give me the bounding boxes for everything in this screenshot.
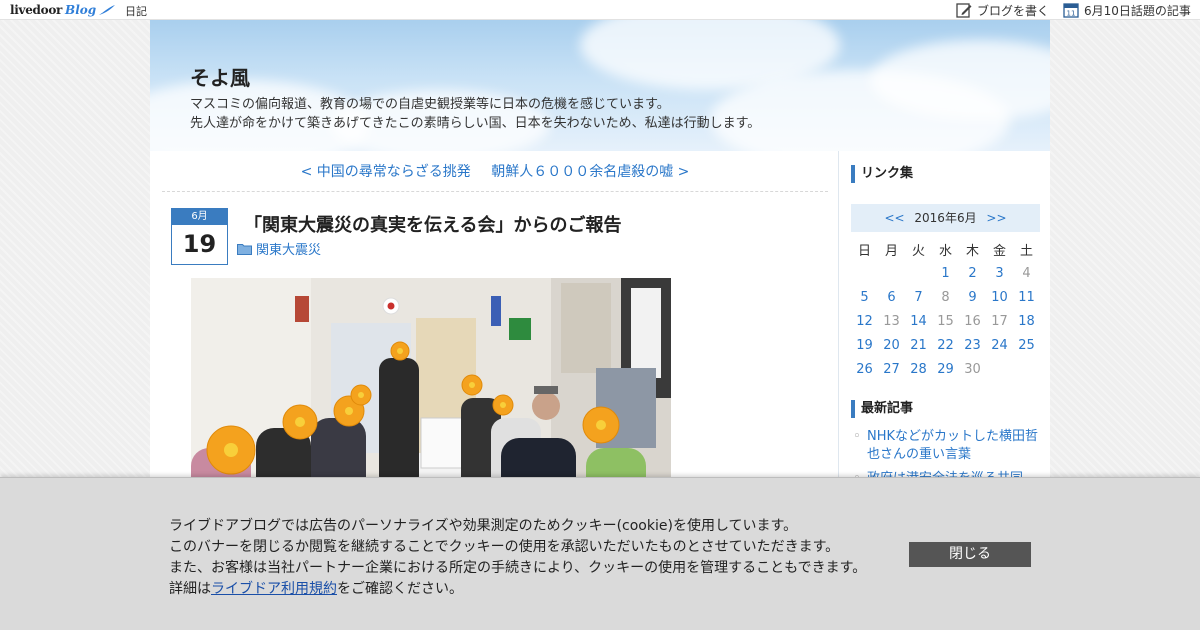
blog-description-line1: マスコミの偏向報道、教育の場での自虐史観授業等に日本の危機を感じています。 <box>190 97 670 112</box>
nav-diary-link[interactable]: 日記 <box>125 3 147 19</box>
cookie-text-line2: このバナーを閉じるか閲覧を継続することでクッキーの使用を承認いただいたものとさせ… <box>169 539 840 555</box>
calendar-day-link[interactable]: 3 <box>986 261 1013 285</box>
prev-article-link[interactable]: < 中国の尋常ならざる挑発 <box>301 164 471 180</box>
recent-article-link[interactable]: NHKなどがカットした横田哲也さんの重い言葉 <box>851 428 1041 464</box>
calendar-day: 30 <box>964 361 981 377</box>
weekday-label: 月 <box>884 243 898 259</box>
svg-text:11: 11 <box>1067 10 1076 18</box>
calendar-day-link[interactable]: 14 <box>905 309 932 333</box>
calendar-day-link[interactable]: 1 <box>932 261 959 285</box>
cookie-text-line4: 詳細はライブドア利用規約をご確認ください。 <box>169 578 463 598</box>
next-article-link[interactable]: 朝鮮人６０００余名虐殺の嘘 > <box>491 164 689 180</box>
calendar-day-link[interactable]: 7 <box>905 285 932 309</box>
weekday-label: 火 <box>911 243 925 259</box>
calendar-month-title: 2016年6月 <box>914 211 977 225</box>
calendar-day-link[interactable]: 22 <box>932 333 959 357</box>
weekday-label: 日 <box>857 243 871 259</box>
pencil-note-icon <box>956 3 972 18</box>
category-link[interactable]: 関東大震災 <box>256 239 321 258</box>
terms-link[interactable]: ライブドア利用規約 <box>211 581 337 597</box>
cookie-text-prefix: 詳細は <box>169 581 211 597</box>
calendar-day: 15 <box>937 313 954 329</box>
write-blog-link[interactable]: ブログを書く <box>956 2 1049 18</box>
calendar-day: 4 <box>1022 265 1031 281</box>
weekday-label: 金 <box>992 243 1006 259</box>
calendar-day-link[interactable]: 12 <box>851 309 878 333</box>
calendar-day-link[interactable]: 21 <box>905 333 932 357</box>
calendar-prev-link[interactable]: << <box>884 211 904 225</box>
date-month: 6月 <box>172 209 227 225</box>
calendar-empty-cell <box>851 261 878 285</box>
calendar-day: 16 <box>964 313 981 329</box>
topic-articles-link[interactable]: 11 6月10日話題の記事 <box>1063 2 1191 18</box>
feather-icon <box>99 5 116 15</box>
calendar-icon: 11 <box>1063 3 1079 18</box>
calendar-day-link[interactable]: 23 <box>959 333 986 357</box>
calendar-day-link[interactable]: 6 <box>878 285 905 309</box>
cookie-close-button[interactable]: 閉じる <box>909 542 1031 567</box>
calendar-empty-cell <box>878 261 905 285</box>
links-heading: リンク集 <box>851 165 913 183</box>
calendar-table: 日 月 火 水 木 金 土 1 2 3 4 5 6 7 8 9 10 11 12 13 14 15 16 17 1… <box>851 237 1040 381</box>
calendar-empty-cell <box>905 261 932 285</box>
weekday-label: 土 <box>1019 243 1033 259</box>
livedoor-blog-logo[interactable]: livedoor Blog <box>10 1 116 19</box>
cookie-text-line3: また、お客様は当社パートナー企業における所定の手続きにより、クッキーの使用を管理… <box>169 560 867 576</box>
divider <box>162 191 828 192</box>
calendar-day: 17 <box>991 313 1008 329</box>
calendar-day-link[interactable]: 28 <box>905 357 932 381</box>
topic-articles-label: 6月10日話題の記事 <box>1084 3 1191 18</box>
recent-heading: 最新記事 <box>851 400 913 418</box>
calendar-day-link[interactable]: 25 <box>1013 333 1040 357</box>
calendar-next-link[interactable]: >> <box>986 211 1006 225</box>
article-date-badge: 6月 19 <box>171 208 228 265</box>
calendar-day: 13 <box>883 313 900 329</box>
calendar-day-link[interactable]: 20 <box>878 333 905 357</box>
blog-description-line2: 先人達が命をかけて築きあげてきたこの素晴らしい国、日本を失わないため、私達は行動… <box>190 116 761 131</box>
calendar-header: << 2016年6月 >> <box>851 204 1040 232</box>
write-blog-label: ブログを書く <box>977 3 1050 18</box>
calendar-day-link[interactable]: 10 <box>986 285 1013 309</box>
calendar-body: 1 2 3 4 5 6 7 8 9 10 11 12 13 14 15 16 17 18 19 20 21 22 23 24 2… <box>851 261 1040 381</box>
article-title[interactable]: 「関東大震災の真実を伝える会」からのご報告 <box>244 211 621 237</box>
blog-title[interactable]: そよ風 <box>190 62 250 91</box>
calendar-day-link[interactable]: 27 <box>878 357 905 381</box>
calendar-day-link[interactable]: 26 <box>851 357 878 381</box>
calendar-day-link[interactable]: 9 <box>959 285 986 309</box>
top-bar: livedoor Blog 日記 ブログを書く 11 6月10日話題の記事 <box>0 0 1200 20</box>
calendar-day-link[interactable]: 24 <box>986 333 1013 357</box>
calendar-day-link[interactable]: 2 <box>959 261 986 285</box>
date-day: 19 <box>182 230 217 258</box>
article-pager: < 中国の尋常ならざる挑発 朝鮮人６０００余名虐殺の嘘 > <box>162 161 828 181</box>
calendar-day: 8 <box>941 289 950 305</box>
calendar-day-link[interactable]: 18 <box>1013 309 1040 333</box>
weekday-label: 木 <box>965 243 979 259</box>
calendar-day-link[interactable]: 19 <box>851 333 878 357</box>
cookie-text-line1: ライブドアブログでは広告のパーソナライズや効果測定のためクッキー(cookie)… <box>169 518 798 534</box>
calendar-day-link[interactable]: 11 <box>1013 285 1040 309</box>
weekday-label: 水 <box>938 243 952 259</box>
blog-header: そよ風 マスコミの偏向報道、教育の場での自虐史観授業等に日本の危機を感じています… <box>150 20 1050 151</box>
article-category: 関東大震災 <box>237 239 321 258</box>
logo-blog-text: Blog <box>65 3 97 17</box>
logo-livedoor-text: livedoor <box>10 3 63 17</box>
calendar-day-link[interactable]: 5 <box>851 285 878 309</box>
folder-icon <box>237 243 252 255</box>
cookie-text-suffix: をご確認ください。 <box>337 581 463 597</box>
cookie-banner: ライブドアブログでは広告のパーソナライズや効果測定のためクッキー(cookie)… <box>0 477 1200 630</box>
calendar-day-link[interactable]: 29 <box>932 357 959 381</box>
